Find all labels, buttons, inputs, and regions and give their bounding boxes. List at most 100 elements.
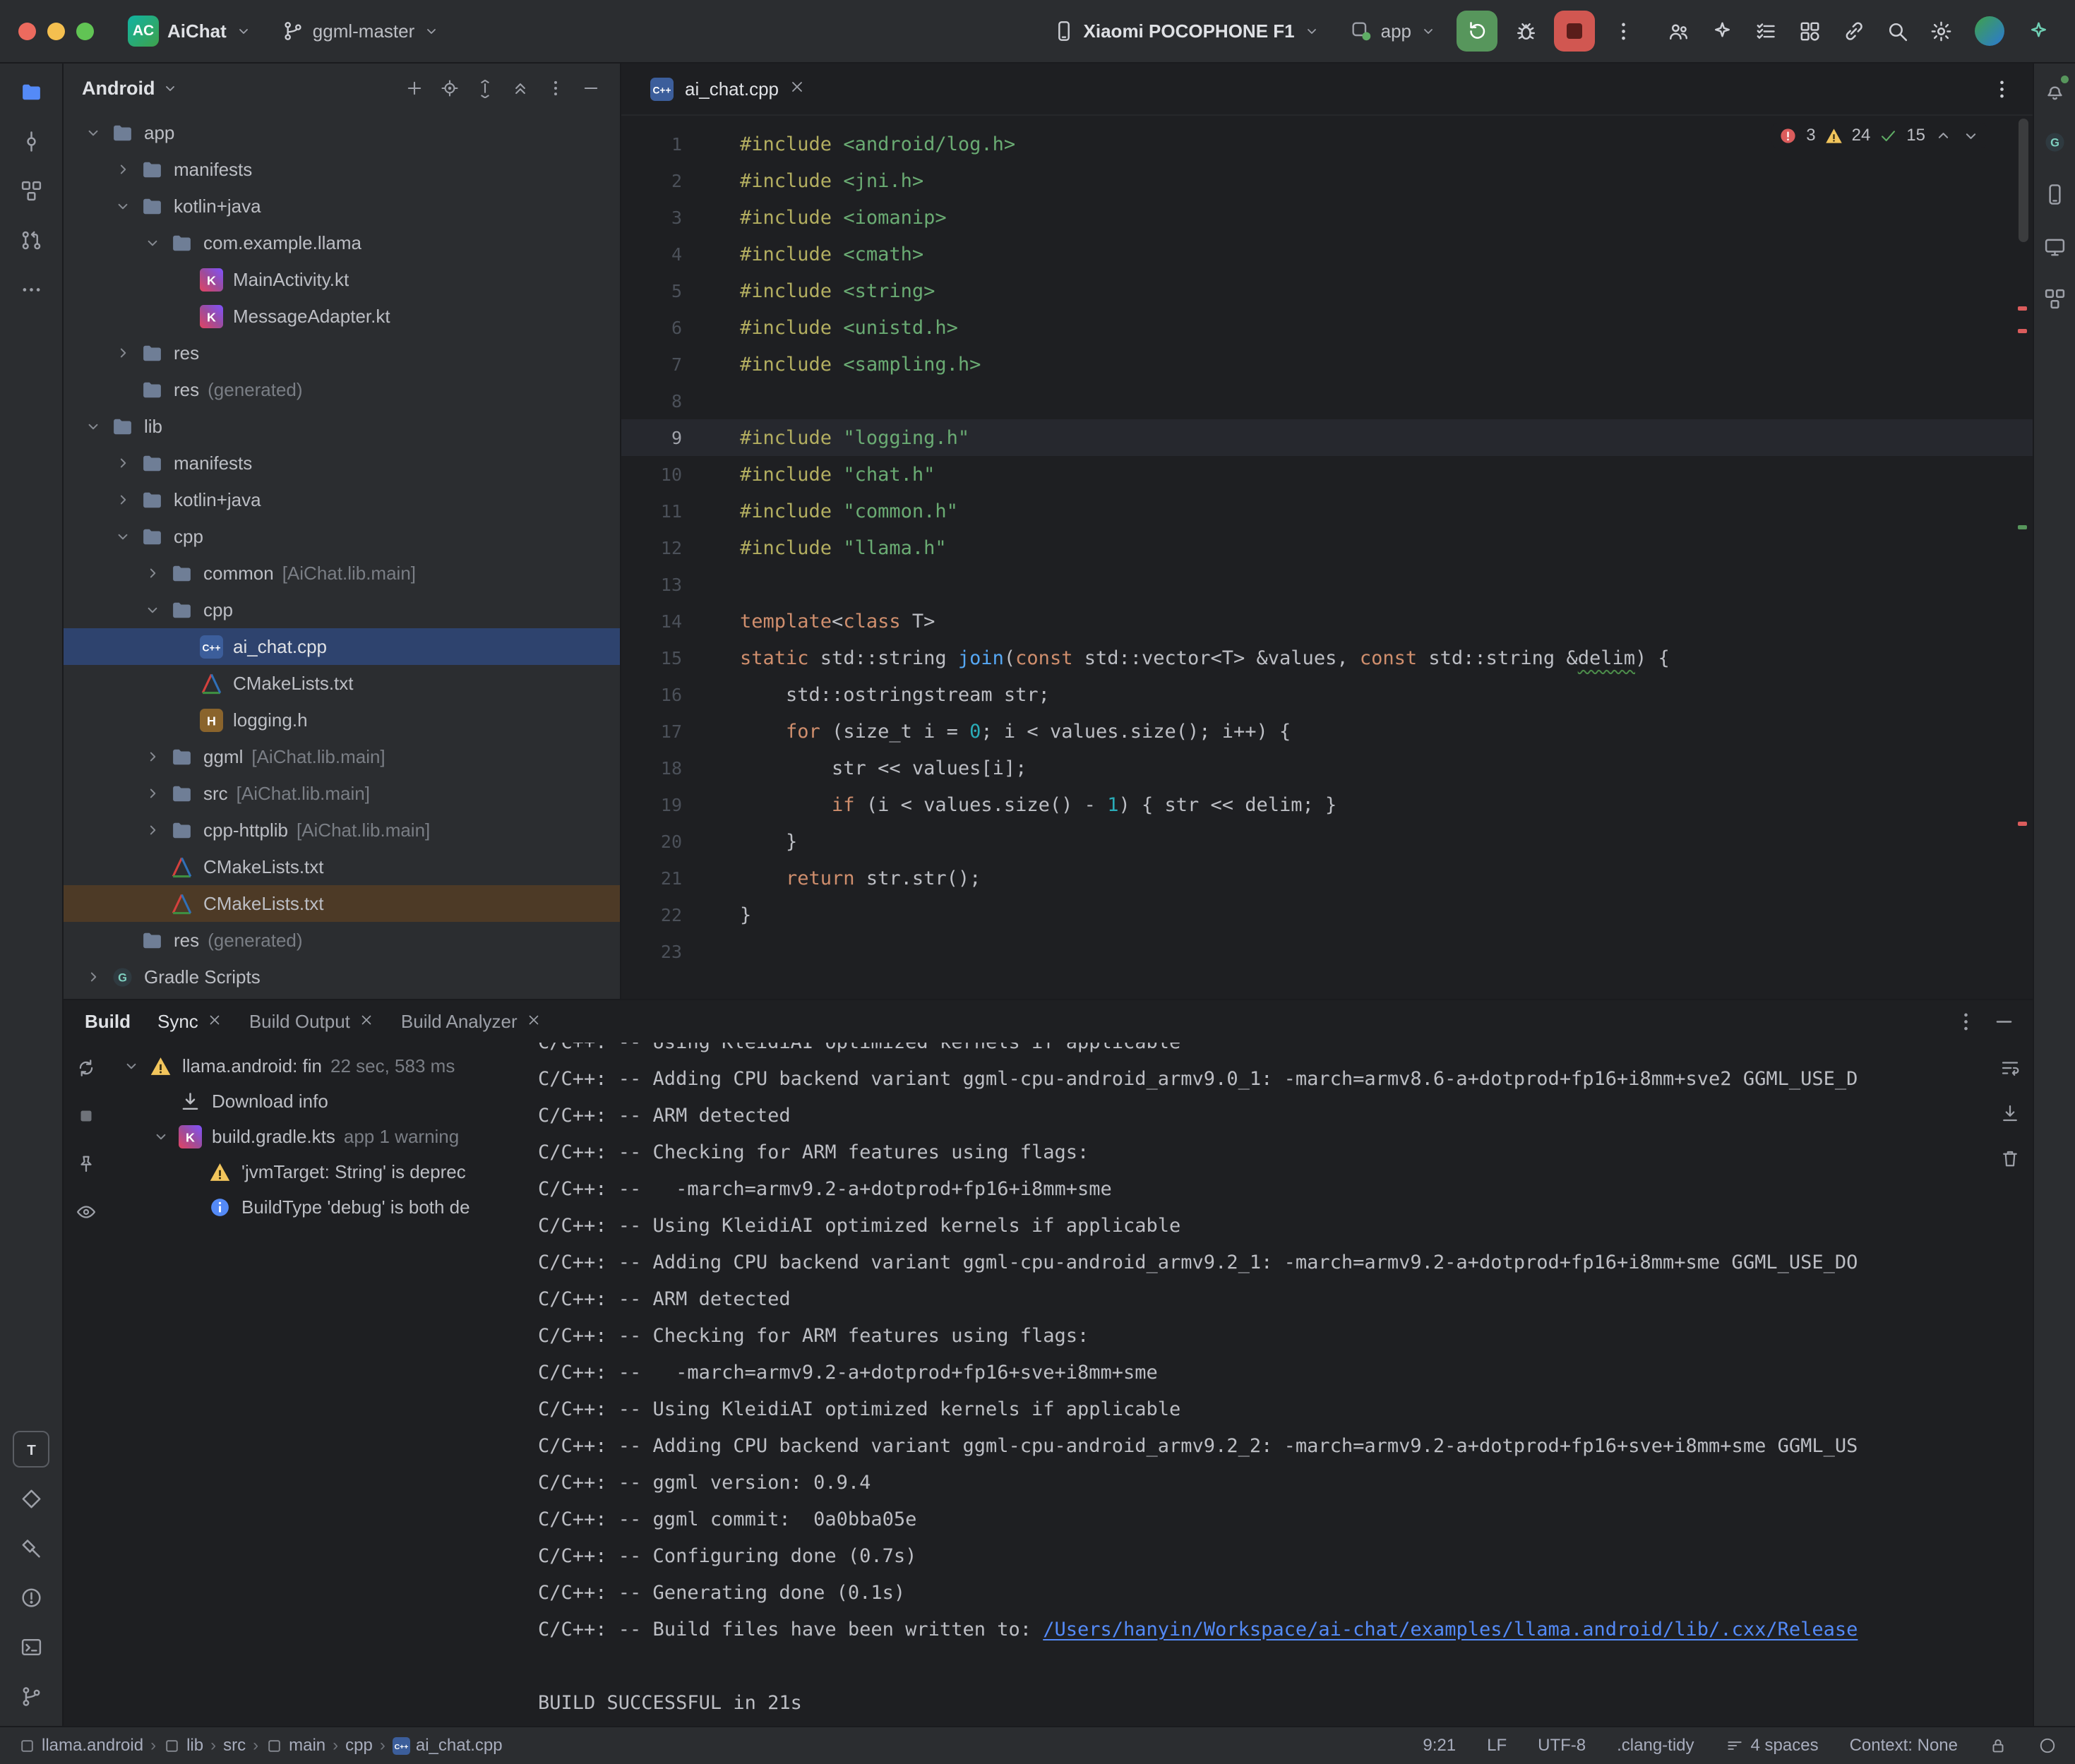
code-line-21[interactable]: 21 return str.str();: [621, 860, 2033, 896]
chevron-right-icon[interactable]: [107, 344, 138, 362]
editor-lock-icon[interactable]: [1989, 1736, 2007, 1755]
chevron-right-icon[interactable]: [137, 784, 168, 803]
code-line-9[interactable]: 9#include "logging.h": [621, 419, 2033, 456]
chevron-down-icon[interactable]: [107, 197, 138, 215]
search-everywhere-icon[interactable]: [1879, 13, 1915, 49]
build-item--jvmtarget-string-is-deprec[interactable]: 'jvmTarget: String' is deprec: [109, 1154, 525, 1189]
chevron-down-icon[interactable]: [78, 124, 109, 142]
editor-scrollbar[interactable]: [2019, 119, 2028, 242]
chevron-down-icon[interactable]: [162, 80, 179, 97]
code-line-8[interactable]: 8: [621, 383, 2033, 419]
branch-selector[interactable]: ggml-master: [272, 14, 450, 48]
breadcrumb-cpp[interactable]: cpp: [345, 1736, 373, 1756]
problems-tool-icon[interactable]: [13, 1579, 49, 1616]
project-item-cpp[interactable]: cpp: [64, 592, 620, 628]
code-line-19[interactable]: 19 if (i < values.size() - 1) { str << d…: [621, 786, 2033, 823]
build-item-buildtype-debug-is-both-de[interactable]: BuildType 'debug' is both de: [109, 1189, 525, 1225]
breadcrumb-ai-chat-cpp[interactable]: C++ai_chat.cpp: [393, 1736, 503, 1756]
code-line-18[interactable]: 18 str << values[i];: [621, 750, 2033, 786]
close-tab-icon[interactable]: [359, 1011, 374, 1033]
close-tab-icon[interactable]: [789, 78, 806, 100]
ai-actions-icon[interactable]: [1704, 13, 1740, 49]
code-line-2[interactable]: 2#include <jni.h>: [621, 162, 2033, 199]
code-line-11[interactable]: 11#include "common.h": [621, 493, 2033, 529]
code-line-5[interactable]: 5#include <string>: [621, 272, 2033, 309]
ai-assistant-icon[interactable]: [2020, 13, 2057, 49]
rerun-button[interactable]: [1457, 11, 1497, 52]
more-run-options-icon[interactable]: [1605, 13, 1642, 49]
commit-tool-icon[interactable]: [13, 123, 49, 160]
chevron-right-icon[interactable]: [137, 821, 168, 839]
project-item-lib[interactable]: lib: [64, 408, 620, 445]
code-line-13[interactable]: 13: [621, 566, 2033, 603]
scroll-to-end-icon[interactable]: [1995, 1098, 2026, 1129]
project-item-src[interactable]: src[AiChat.lib.main]: [64, 775, 620, 812]
editor-tab-ai-chat-cpp[interactable]: C++ ai_chat.cpp: [637, 64, 817, 114]
t-tool-window-icon[interactable]: T: [13, 1431, 49, 1468]
code-line-6[interactable]: 6#include <unistd.h>: [621, 309, 2033, 346]
file-encoding[interactable]: UTF-8: [1538, 1736, 1586, 1756]
gradle-icon[interactable]: G: [2038, 126, 2071, 158]
editor-options-icon[interactable]: [1983, 71, 2020, 107]
code-line-20[interactable]: 20 }: [621, 823, 2033, 860]
preview-icon[interactable]: [71, 1196, 102, 1228]
run-configuration-selector[interactable]: app: [1340, 14, 1447, 48]
layout-inspector-icon[interactable]: [2038, 282, 2071, 315]
build-tab-sync[interactable]: Sync: [157, 1011, 222, 1033]
project-tool-icon[interactable]: [13, 73, 49, 110]
code-line-15[interactable]: 15static std::string join(const std::vec…: [621, 640, 2033, 676]
code-line-23[interactable]: 23: [621, 933, 2033, 970]
chevron-down-icon[interactable]: [107, 527, 138, 546]
project-item-cmakelists-txt[interactable]: CMakeLists.txt: [64, 885, 620, 922]
stop-build-icon[interactable]: [71, 1100, 102, 1132]
close-window-button[interactable]: [18, 23, 36, 40]
project-item-messageadapter-kt[interactable]: KMessageAdapter.kt: [64, 298, 620, 335]
structure-tool-icon[interactable]: [13, 172, 49, 209]
chevron-right-icon[interactable]: [107, 491, 138, 509]
code-editor[interactable]: 1#include <android/log.h>2#include <jni.…: [621, 116, 2033, 999]
zoom-window-button[interactable]: [76, 23, 94, 40]
breadcrumb-src[interactable]: src: [223, 1736, 246, 1756]
project-item-cpp[interactable]: cpp: [64, 518, 620, 555]
close-tab-icon[interactable]: [526, 1011, 542, 1033]
line-ending[interactable]: LF: [1487, 1736, 1507, 1756]
code-line-17[interactable]: 17 for (size_t i = 0; i < values.size();…: [621, 713, 2033, 750]
breadcrumb-llama-android[interactable]: llama.android: [18, 1736, 143, 1756]
collapse-all-icon[interactable]: [504, 72, 537, 104]
chevron-down-icon[interactable]: [137, 234, 168, 252]
project-item-res[interactable]: res(generated): [64, 922, 620, 959]
build-item-llama-android-fin[interactable]: llama.android: fin22 sec, 583 ms: [109, 1048, 525, 1084]
chevron-down-icon[interactable]: [137, 601, 168, 619]
todo-checklist-icon[interactable]: [1747, 13, 1784, 49]
clang-tidy-status[interactable]: .clang-tidy: [1617, 1736, 1694, 1756]
inspections-widget[interactable]: 3 24 15: [1771, 123, 1987, 148]
project-item-cmakelists-txt[interactable]: CMakeLists.txt: [64, 848, 620, 885]
minimize-window-button[interactable]: [47, 23, 65, 40]
user-avatar[interactable]: [1975, 16, 2004, 46]
project-item-gradle-scripts[interactable]: GGradle Scripts: [64, 959, 620, 995]
dependencies-tool-icon[interactable]: [13, 1480, 49, 1517]
stripe-marker[interactable]: [2018, 822, 2027, 826]
project-view-selector[interactable]: Android: [82, 78, 155, 100]
soft-wrap-icon[interactable]: [1995, 1052, 2026, 1084]
chevron-down-icon[interactable]: [145, 1127, 177, 1146]
project-item-cpp-httplib[interactable]: cpp-httplib[AiChat.lib.main]: [64, 812, 620, 848]
build-tab-build-output[interactable]: Build Output: [249, 1011, 374, 1033]
project-selector[interactable]: AC AiChat: [118, 10, 262, 52]
project-tree[interactable]: appmanifestskotlin+javacom.example.llama…: [64, 113, 620, 999]
context-setting[interactable]: Context: None: [1850, 1736, 1958, 1756]
debug-button[interactable]: [1507, 13, 1544, 49]
code-line-3[interactable]: 3#include <iomanip>: [621, 199, 2033, 236]
locate-file-icon[interactable]: [433, 72, 466, 104]
project-item-manifests[interactable]: manifests: [64, 445, 620, 481]
code-line-14[interactable]: 14template<class T>: [621, 603, 2033, 640]
code-with-me-icon[interactable]: [1660, 13, 1697, 49]
device-selector[interactable]: Xiaomi POCOPHONE F1: [1043, 14, 1330, 48]
code-line-7[interactable]: 7#include <sampling.h>: [621, 346, 2033, 383]
indent-setting[interactable]: 4 spaces: [1726, 1736, 1819, 1756]
project-item-common[interactable]: common[AiChat.lib.main]: [64, 555, 620, 592]
chevron-right-icon[interactable]: [78, 968, 109, 986]
stop-button[interactable]: [1554, 11, 1595, 52]
project-item-logging-h[interactable]: Hlogging.h: [64, 702, 620, 738]
settings-icon[interactable]: [1922, 13, 1959, 49]
